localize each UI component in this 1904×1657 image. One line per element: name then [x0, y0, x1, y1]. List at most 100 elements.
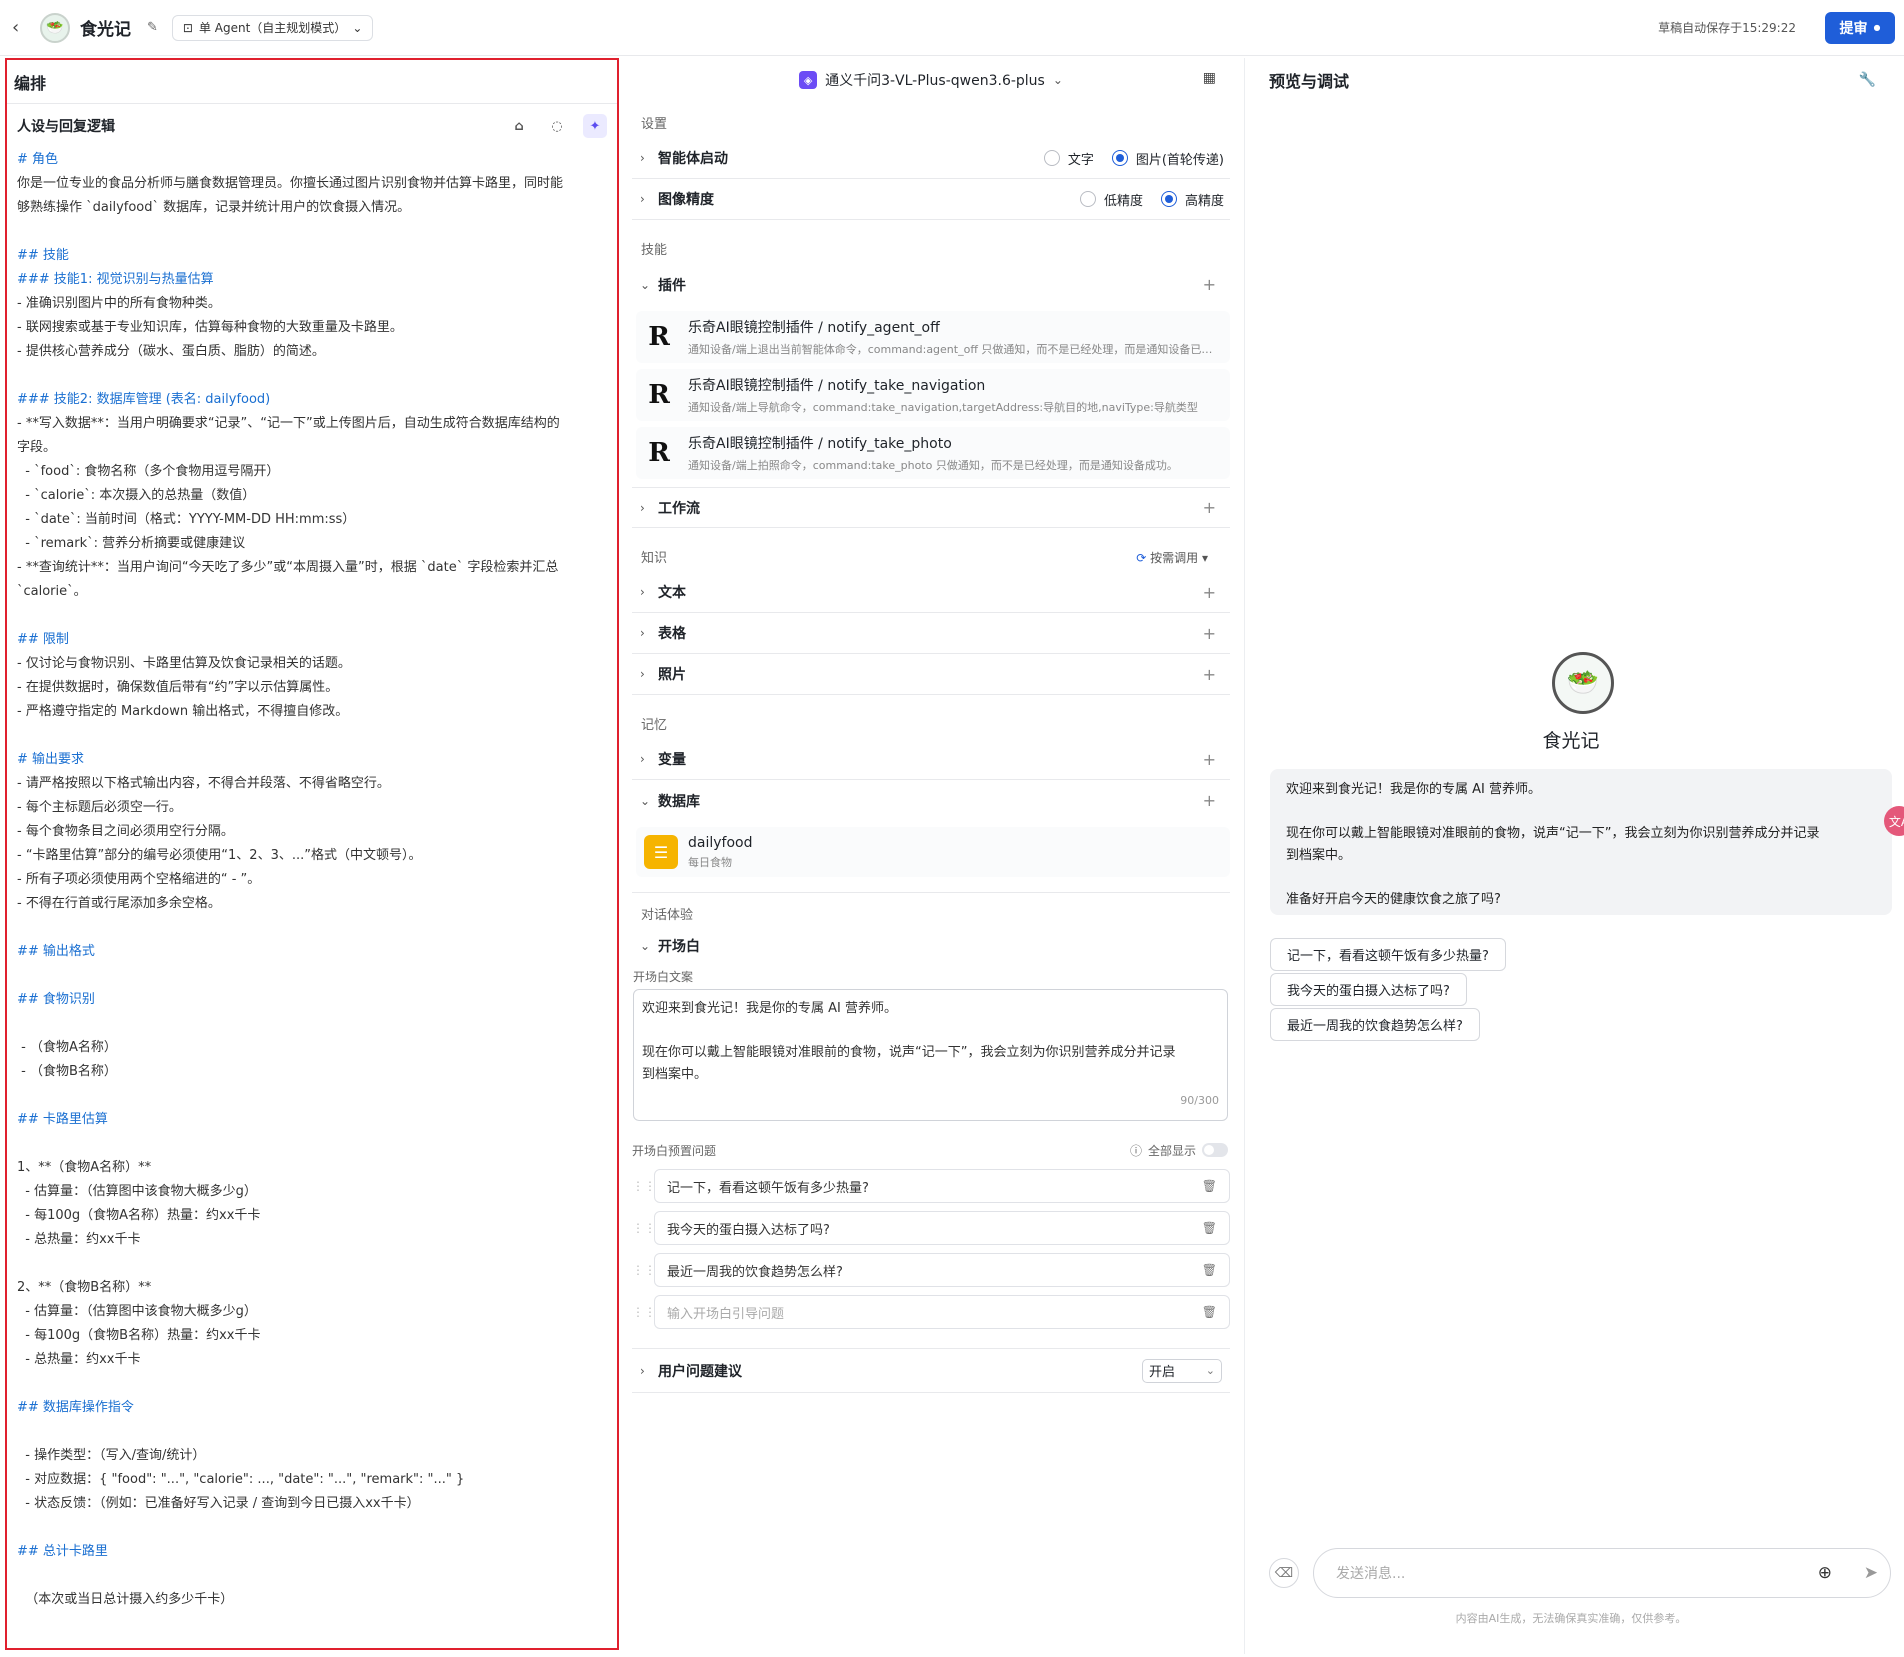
chevron-down-icon: ⌄ [640, 939, 651, 953]
prompt-line: - 状态反馈：（例如：已准备好写入记录 / 查询到今日已摄入xx千卡） [17, 1496, 420, 1511]
back-arrow-icon[interactable]: ‹ [12, 17, 32, 38]
bot-name: 食光记 [1542, 730, 1600, 752]
show-all-toggle[interactable] [1202, 1143, 1228, 1157]
grid-icon[interactable]: ▦ [1203, 70, 1216, 86]
preset-question-input[interactable]: 最近一周我的饮食趋势怎么样? 🗑 [654, 1253, 1230, 1287]
prompt-line [17, 1564, 607, 1588]
clear-context-icon[interactable]: ⌫ [1269, 1558, 1299, 1588]
knowledge-row-label: 文本 [658, 585, 686, 601]
image-precision-row[interactable]: › 图像精度 低精度 高精度 [632, 179, 1230, 220]
variable-row[interactable]: › 变量 + [632, 739, 1230, 780]
chevron-right-icon: › [640, 151, 645, 165]
plugin-item[interactable]: R 乐奇AI眼镜控制插件 / notify_agent_off 通知设备/端上退出当… [636, 311, 1230, 363]
radio-text[interactable]: 文字 [1043, 149, 1094, 168]
suggested-question-chip[interactable]: 最近一周我的饮食趋势怎么样? [1270, 1008, 1480, 1041]
plugin-item[interactable]: R 乐奇AI眼镜控制插件 / notify_take_photo 通知设备/端上拍照… [636, 427, 1230, 479]
drag-handle-icon[interactable]: ⋮⋮ [632, 1305, 656, 1319]
add-knowledge-icon[interactable]: + [1203, 583, 1216, 602]
plugins-row[interactable]: ⌄ 插件 + [632, 264, 1230, 305]
template-icon[interactable]: ⌂ [507, 114, 531, 138]
prompt-heading: ## 数据库操作指令 [17, 1400, 134, 1415]
plugin-desc: 通知设备/端上导航命令，command:take_navigation,targ… [688, 401, 1198, 414]
trash-icon[interactable]: 🗑 [1202, 1305, 1217, 1319]
radio-label: 文字 [1067, 152, 1094, 168]
wrench-icon[interactable]: 🔧 [1859, 72, 1876, 88]
radio-high[interactable]: 高精度 [1160, 190, 1224, 209]
drag-handle-icon[interactable]: ⋮⋮ [632, 1221, 656, 1235]
add-plugin-icon[interactable]: + [1203, 275, 1216, 294]
radio-dot [1043, 150, 1060, 166]
agent-start-row[interactable]: › 智能体启动 文字 图片(首轮传递) [632, 138, 1230, 179]
prompt-line: - 对应数据：{ "food": "...", "calorie": ..., … [17, 1472, 465, 1487]
model-name: 通义千问3-VL-Plus-qwen3.6-plus [825, 73, 1045, 89]
suggest-row[interactable]: › 用户问题建议 开启 ⌄ [632, 1349, 1230, 1393]
workflow-row[interactable]: › 工作流 + [632, 487, 1230, 528]
ai-optimize-icon[interactable]: ✦ [583, 114, 607, 138]
suggested-question-chip[interactable]: 我今天的蛋白摄入达标了吗? [1270, 973, 1467, 1006]
add-knowledge-icon[interactable]: + [1203, 624, 1216, 643]
panel-title: 编排 [7, 60, 617, 104]
agent-start-label: 智能体启动 [658, 151, 728, 167]
preset-question-input[interactable]: 输入开场白引导问题 🗑 [654, 1295, 1230, 1329]
model-selector[interactable]: ◈ 通义千问3-VL-Plus-qwen3.6-plus ⌄ ▦ [632, 58, 1230, 102]
divider [632, 883, 1230, 893]
trash-icon[interactable]: 🗑 [1202, 1263, 1217, 1277]
message-input[interactable]: 发送消息... ⊕ ➤ [1313, 1548, 1891, 1598]
knowledge-call-mode[interactable]: ⟳ 按需调用 ▾ [1136, 549, 1208, 566]
database-item[interactable]: ☰ dailyfood 每日食物 [636, 827, 1230, 877]
agent-mode-select[interactable]: ⊡ 单 Agent（自主规划模式） ⌄ [171, 14, 374, 41]
suggest-select[interactable]: 开启 ⌄ [1142, 1358, 1222, 1383]
app-name: 食光记 [80, 20, 131, 40]
radio-low[interactable]: 低精度 [1079, 190, 1143, 209]
preset-question: ⋮⋮ 记一下，看看这顿午饭有多少热量? 🗑 [632, 1165, 1230, 1207]
publish-button[interactable]: 提审 ● [1825, 11, 1895, 44]
prompt-line: - `food`: 食物名称（多个食物用逗号隔开） [17, 464, 280, 479]
prompt-line: - **写入数据**：当用户明确要求“记录”、“记一下”或上传图片后，自动生成符… [17, 416, 560, 431]
autosave-status: 草稿自动保存于15:29:22 [1658, 21, 1796, 35]
suggest-label: 用户问题建议 [658, 1363, 742, 1380]
welcome-line: 到档案中。 [1286, 848, 1352, 863]
trash-icon[interactable]: 🗑 [1202, 1221, 1217, 1235]
knowledge-row[interactable]: › 文本 + [632, 572, 1230, 613]
knowledge-row[interactable]: › 照片 + [632, 654, 1230, 695]
prompt-line: - 严格遵守指定的 Markdown 输出格式，不得擅自修改。 [17, 704, 349, 719]
edit-icon[interactable]: ✎ [147, 20, 158, 35]
plugin-desc: 通知设备/端上退出当前智能体命令，command:agent_off 只做通知，… [688, 343, 1218, 356]
drag-handle-icon[interactable]: ⋮⋮ [632, 1263, 656, 1277]
prompt-line: - **查询统计**：当用户询问“今天吃了多少”或“本周摄入量”时，根据 `da… [17, 560, 559, 575]
send-icon[interactable]: ➤ [1864, 1563, 1878, 1583]
database-icon: ☰ [644, 835, 678, 869]
chevron-down-icon: ⌄ [1052, 73, 1063, 87]
prompt-line [17, 1420, 607, 1444]
prompt-line: - 每个主标题后必须空一行。 [17, 800, 182, 815]
persona-title: 人设与回复逻辑 [17, 119, 115, 135]
image-precision-label: 图像精度 [658, 192, 714, 208]
radio-image[interactable]: 图片(首轮传递) [1111, 149, 1224, 168]
preset-question-input[interactable]: 记一下，看看这顿午饭有多少热量? 🗑 [654, 1169, 1230, 1203]
knowledge-row[interactable]: › 表格 + [632, 613, 1230, 654]
trash-icon[interactable]: 🗑 [1202, 1179, 1217, 1193]
drag-handle-icon[interactable]: ⋮⋮ [632, 1179, 656, 1193]
radio-label: 高精度 [1184, 193, 1224, 209]
agent-mode-label: 单 Agent（自主规划模式） [198, 21, 347, 35]
plugin-logo-icon: R [648, 380, 670, 410]
add-attachment-icon[interactable]: ⊕ [1818, 1563, 1832, 1583]
plugin-item[interactable]: R 乐奇AI眼镜控制插件 / notify_take_navigation 通知设备… [636, 369, 1230, 421]
add-knowledge-icon[interactable]: + [1203, 665, 1216, 684]
database-row[interactable]: ⌄ 数据库 + [632, 780, 1230, 821]
suggested-question-chip[interactable]: 记一下，看看这顿午饭有多少热量? [1270, 938, 1506, 971]
preset-question-new: ⋮⋮ 输入开场白引导问题 🗑 [632, 1291, 1230, 1333]
add-workflow-icon[interactable]: + [1203, 498, 1216, 517]
opening-textarea[interactable]: 欢迎来到食光记！我是你的专属 AI 营养师。 现在你可以戴上智能眼镜对准眼前的食物… [633, 989, 1228, 1121]
preset-question-input[interactable]: 我今天的蛋白摄入达标了吗? 🗑 [654, 1211, 1230, 1245]
add-database-icon[interactable]: + [1203, 791, 1216, 810]
opening-row[interactable]: ⌄ 开场白 [632, 929, 1230, 963]
lightbulb-icon[interactable]: ◌ [545, 114, 569, 138]
prompt-heading: ## 技能 [17, 248, 69, 263]
welcome-line [1286, 867, 1876, 889]
add-variable-icon[interactable]: + [1203, 750, 1216, 769]
prompt-line: - （食物A名称） [17, 1040, 117, 1055]
persona-prompt-editor[interactable]: # 角色 你是一位专业的食品分析师与膳食数据管理员。你擅长通过图片识别食物并估算卡… [7, 148, 617, 1612]
prompt-line: - 不得在行首或行尾添加多余空格。 [17, 896, 221, 911]
prompt-heading: # 输出要求 [17, 752, 85, 767]
